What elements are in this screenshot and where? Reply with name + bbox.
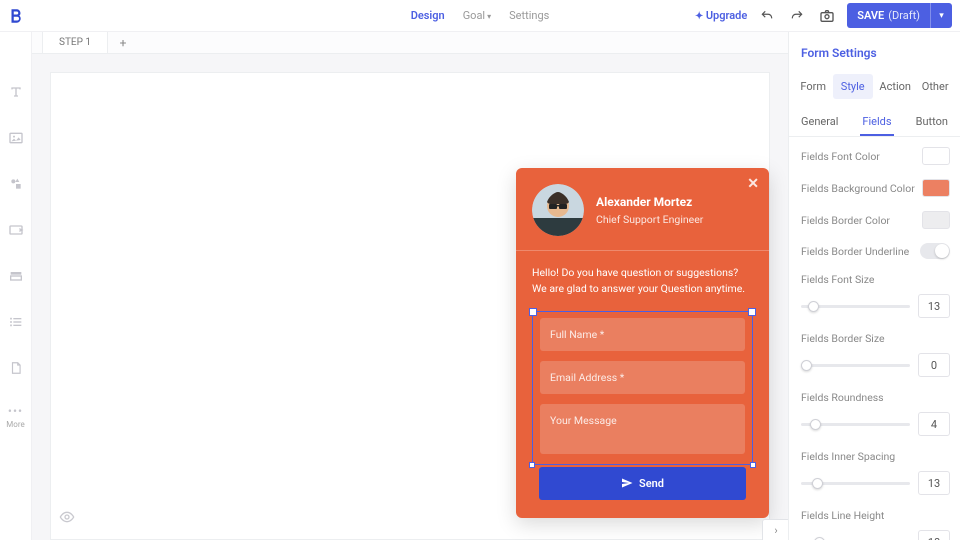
label-line-height: Fields Line Height	[801, 509, 950, 522]
tab-action[interactable]: Action	[875, 74, 915, 99]
save-label: SAVE	[857, 9, 884, 22]
slider-roundness[interactable]	[801, 423, 910, 426]
message-field[interactable]	[540, 404, 745, 454]
add-step-button[interactable]: +	[108, 32, 138, 53]
tool-list[interactable]	[6, 312, 26, 332]
greeting-line2: We are glad to answer your Question anyt…	[532, 282, 745, 295]
canvas-next-button[interactable]: ›	[762, 519, 788, 540]
upgrade-icon: ✦	[695, 11, 706, 22]
slider-border-size[interactable]	[801, 364, 910, 367]
preview-icon[interactable]	[59, 509, 75, 529]
label-font-color: Fields Font Color	[801, 150, 880, 163]
tool-more[interactable]: ••• More	[6, 404, 24, 429]
subtab-button[interactable]: Button	[914, 109, 950, 136]
input-roundness[interactable]	[918, 412, 950, 436]
input-font-size[interactable]	[918, 294, 950, 318]
input-inner-spacing[interactable]	[918, 471, 950, 495]
panel-title: Form Settings	[789, 32, 960, 70]
label-border-underline: Fields Border Underline	[801, 245, 909, 258]
input-line-height[interactable]	[918, 530, 950, 540]
tool-doc[interactable]	[6, 358, 26, 378]
nav-goal[interactable]: Goal▾	[463, 9, 491, 22]
label-bg-color: Fields Background Color	[801, 182, 915, 195]
tool-section[interactable]	[6, 266, 26, 286]
paper-plane-icon	[621, 477, 633, 489]
label-border-color: Fields Border Color	[801, 214, 890, 227]
greeting-line1: Hello! Do you have question or suggestio…	[532, 266, 738, 279]
tab-style[interactable]: Style	[833, 74, 873, 99]
send-button[interactable]: Send	[539, 467, 746, 500]
more-label: More	[6, 420, 24, 429]
fields-selection[interactable]	[532, 311, 753, 465]
subtab-fields[interactable]: Fields	[860, 109, 893, 136]
save-dropdown[interactable]: ▾	[930, 3, 952, 28]
swatch-font-color[interactable]	[922, 147, 950, 165]
slider-inner-spacing[interactable]	[801, 482, 910, 485]
tab-other[interactable]: Other	[918, 74, 953, 99]
step-tab-1[interactable]: STEP 1	[42, 32, 108, 53]
slider-font-size[interactable]	[801, 305, 910, 308]
design-canvas[interactable]: ✕	[50, 72, 770, 540]
full-name-field[interactable]	[540, 318, 745, 351]
chevron-down-icon: ▾	[487, 12, 491, 21]
send-label: Send	[639, 477, 664, 490]
tool-text[interactable]	[6, 82, 26, 102]
email-field[interactable]	[540, 361, 745, 394]
contact-name: Alexander Mortez	[596, 195, 703, 209]
tool-shapes[interactable]	[6, 174, 26, 194]
save-button[interactable]: SAVE (Draft)	[847, 3, 930, 28]
label-font-size: Fields Font Size	[801, 273, 950, 286]
tab-form[interactable]: Form	[796, 74, 830, 99]
input-border-size[interactable]	[918, 353, 950, 377]
nav-settings[interactable]: Settings	[509, 9, 549, 22]
camera-icon[interactable]	[817, 6, 837, 26]
subtab-general[interactable]: General	[799, 109, 840, 136]
swatch-bg-color[interactable]	[922, 179, 950, 197]
settings-panel: Form Settings Form Style Action Other Ge…	[788, 32, 960, 540]
left-toolbar: ••• More	[0, 32, 32, 540]
close-icon[interactable]: ✕	[747, 176, 759, 192]
save-sub-label: (Draft)	[888, 9, 920, 22]
redo-icon[interactable]	[787, 6, 807, 26]
toggle-border-underline[interactable]	[920, 243, 950, 259]
contact-popup: ✕	[516, 168, 769, 518]
dots-icon: •••	[6, 404, 24, 418]
label-border-size: Fields Border Size	[801, 332, 950, 345]
avatar	[532, 184, 584, 236]
tool-image[interactable]	[6, 128, 26, 148]
label-inner-spacing: Fields Inner Spacing	[801, 450, 950, 463]
upgrade-label: Upgrade	[706, 9, 747, 22]
chevron-right-icon: ›	[774, 524, 777, 537]
contact-role: Chief Support Engineer	[596, 213, 703, 226]
swatch-border-color[interactable]	[922, 211, 950, 229]
tool-embed[interactable]	[6, 220, 26, 240]
upgrade-link[interactable]: ✦ Upgrade	[695, 9, 747, 22]
nav-goal-label: Goal	[463, 9, 485, 22]
nav-design[interactable]: Design	[411, 9, 445, 22]
label-roundness: Fields Roundness	[801, 391, 950, 404]
app-logo[interactable]	[0, 0, 32, 32]
greeting-text: Hello! Do you have question or suggestio…	[532, 265, 753, 297]
chevron-down-icon: ▾	[939, 11, 944, 21]
plus-icon: +	[120, 36, 127, 50]
undo-icon[interactable]	[757, 6, 777, 26]
